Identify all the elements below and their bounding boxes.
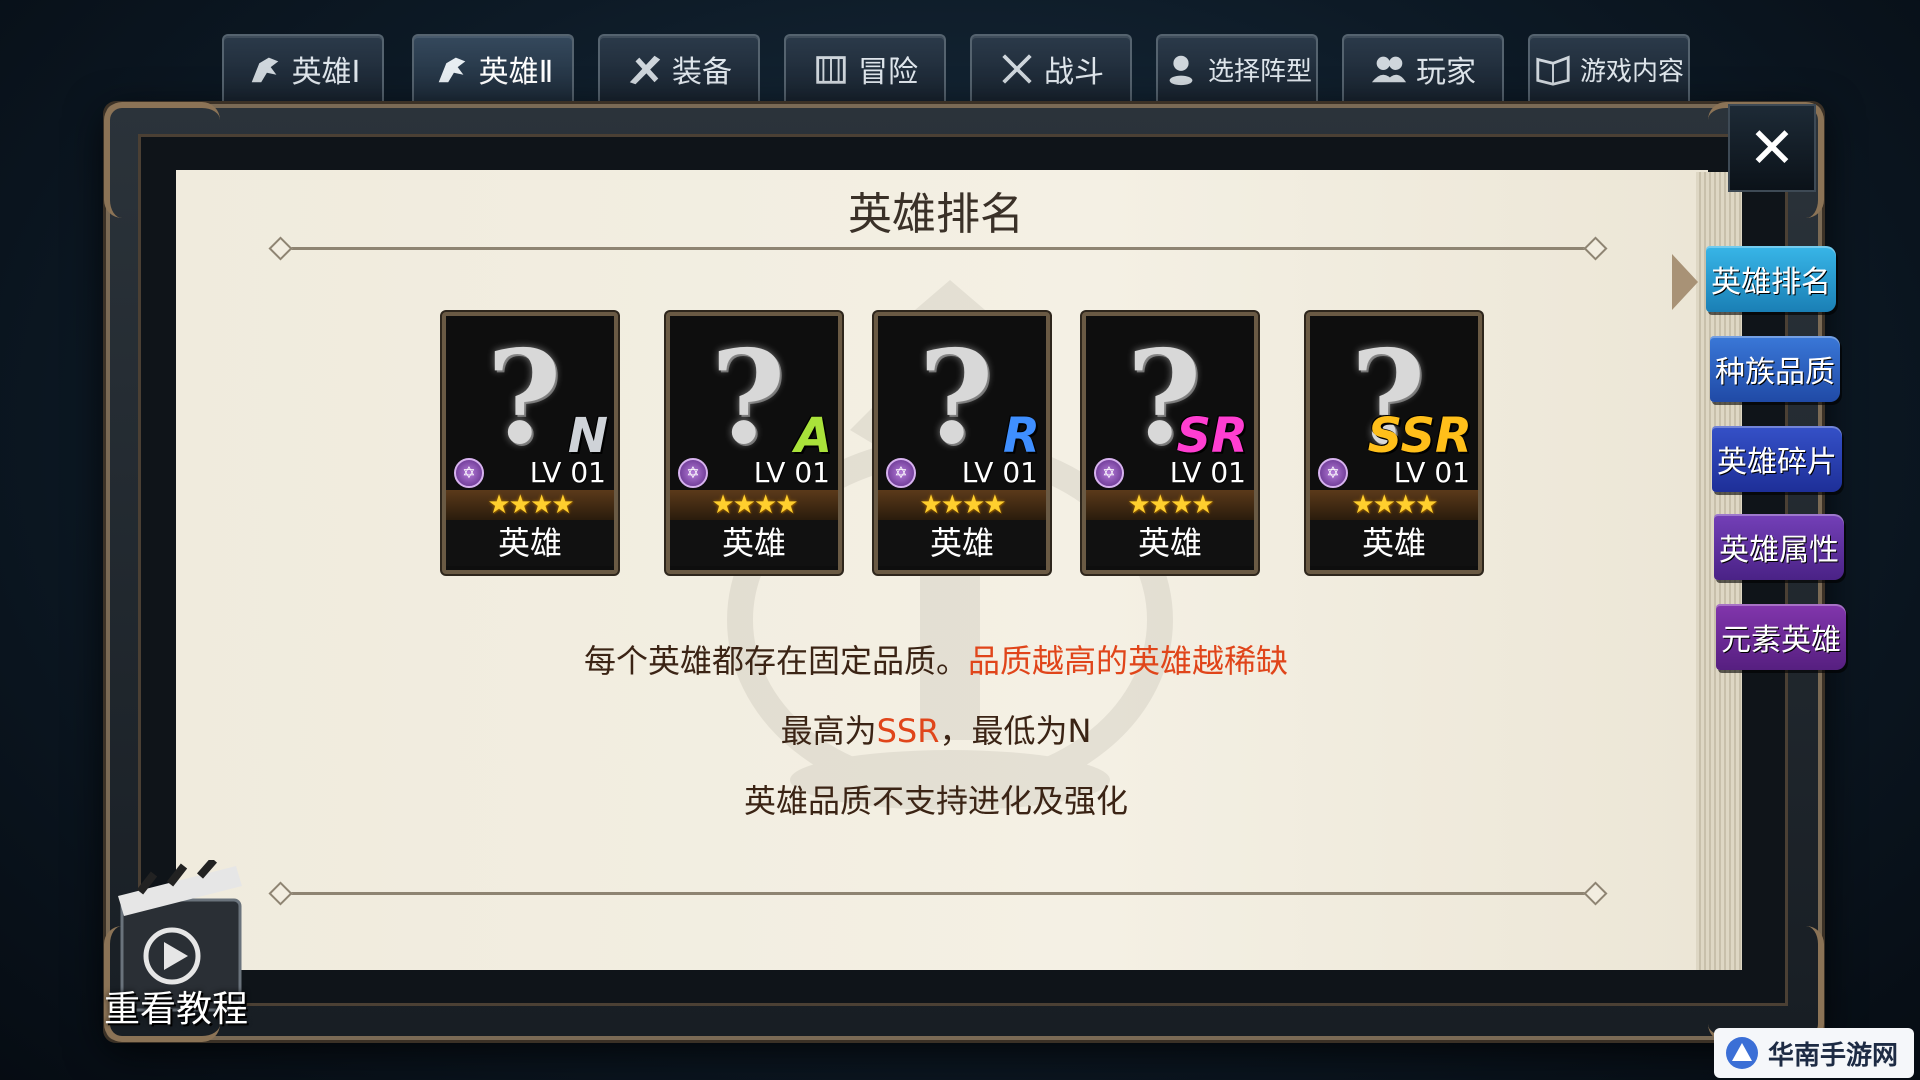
adventure-icon <box>816 56 846 84</box>
tab-label: 玩家 <box>1416 55 1476 90</box>
desc-text: 每个英雄都存在固定品质。 <box>583 642 968 680</box>
tab-label: 游戏内容 <box>1579 56 1684 87</box>
close-icon: ✕ <box>1748 115 1796 181</box>
tab-battle[interactable]: 战斗 <box>970 34 1132 102</box>
logo-text: 华南手游网 <box>1768 1040 1899 1071</box>
tab-label: 装备 <box>672 55 732 90</box>
active-indicator-icon <box>1672 254 1698 310</box>
description-line-1: 每个英雄都存在固定品质。品质越高的英雄越稀缺 <box>176 636 1696 682</box>
hero-icon <box>438 57 465 83</box>
level-label: LV 01 <box>753 456 830 489</box>
level-label: LV 01 <box>961 456 1038 489</box>
hero-name: 英雄 <box>1086 520 1254 566</box>
hero-name: 英雄 <box>446 520 614 566</box>
star-rating: ★★★★ <box>1086 490 1254 520</box>
desc-text: 最高为 <box>780 712 877 750</box>
tab-label: 冒险 <box>858 55 918 90</box>
logo-icon <box>1726 1037 1758 1069</box>
close-button[interactable]: ✕ <box>1728 104 1816 192</box>
page-title: 英雄排名 <box>848 189 1024 240</box>
unknown-hero-icon: ? <box>918 323 994 473</box>
side-tab-label: 英雄属性 <box>1719 533 1839 568</box>
star-rating: ★★★★ <box>878 490 1046 520</box>
star-rating: ★★★★ <box>446 490 614 520</box>
replay-tutorial-label[interactable]: 重看教程 <box>104 980 248 1032</box>
description-line-2: 最高为SSR，最低为N <box>176 706 1696 752</box>
formation-icon <box>1169 55 1193 86</box>
tab-game-content[interactable]: 游戏内容 <box>1528 34 1690 102</box>
side-tab-label: 英雄排名 <box>1711 265 1831 300</box>
side-tab-race-quality[interactable]: 种族品质 <box>1710 336 1840 402</box>
hero-card-n[interactable]: ? N ✡ LV 01 ★★★★ 英雄 <box>442 312 618 574</box>
star-rating: ★★★★ <box>670 490 838 520</box>
element-star-icon: ✡ <box>454 458 484 488</box>
element-star-icon: ✡ <box>678 458 708 488</box>
element-star-icon: ✡ <box>1094 458 1124 488</box>
tab-label: 英雄Ⅱ <box>478 55 554 90</box>
players-icon <box>1371 56 1407 83</box>
desc-text: 英雄品质不支持进化及强化 <box>743 782 1128 820</box>
tab-label: 战斗 <box>1044 55 1104 90</box>
element-star-icon: ✡ <box>886 458 916 488</box>
desc-highlight: 品质越高的英雄越稀缺 <box>968 642 1289 680</box>
side-tab-label: 英雄碎片 <box>1717 445 1837 480</box>
side-tab-label: 种族品质 <box>1715 355 1835 390</box>
unknown-hero-icon: ? <box>486 323 562 473</box>
desc-text: ，最低为N <box>939 712 1092 750</box>
side-tab-element-heroes[interactable]: 元素英雄 <box>1716 604 1846 670</box>
level-label: LV 01 <box>1393 456 1470 489</box>
level-label: LV 01 <box>1169 456 1246 489</box>
unknown-hero-icon: ? <box>710 323 786 473</box>
bottom-divider <box>286 892 1590 895</box>
hero-name: 英雄 <box>670 520 838 566</box>
hero-name: 英雄 <box>1310 520 1478 566</box>
equipment-icon <box>629 55 661 85</box>
side-tab-hero-ranking[interactable]: 英雄排名 <box>1706 246 1836 312</box>
tab-label: 英雄Ⅰ <box>291 55 361 90</box>
hero-card-a[interactable]: ? A ✡ LV 01 ★★★★ 英雄 <box>666 312 842 574</box>
hero-card-sr[interactable]: ? SR ✡ LV 01 ★★★★ 英雄 <box>1082 312 1258 574</box>
top-divider <box>286 247 1590 250</box>
side-tab-label: 元素英雄 <box>1721 623 1841 658</box>
desc-highlight: SSR <box>876 712 940 750</box>
tab-players[interactable]: 玩家 <box>1342 34 1504 102</box>
hero-icon <box>251 57 278 83</box>
hero-card-ssr[interactable]: ? SSR ✡ LV 01 ★★★★ 英雄 <box>1306 312 1482 574</box>
description-line-3: 英雄品质不支持进化及强化 <box>176 776 1696 822</box>
level-label: LV 01 <box>529 456 606 489</box>
hero-name: 英雄 <box>878 520 1046 566</box>
hero-card-r[interactable]: ? R ✡ LV 01 ★★★★ 英雄 <box>874 312 1050 574</box>
tab-label: 选择阵型 <box>1207 56 1312 87</box>
tab-formation[interactable]: 选择阵型 <box>1156 34 1318 102</box>
book-icon <box>1536 55 1570 86</box>
element-star-icon: ✡ <box>1318 458 1348 488</box>
crossed-swords-icon <box>1002 54 1032 84</box>
tab-hero-2[interactable]: 英雄Ⅱ <box>412 34 574 102</box>
side-tab-hero-shards[interactable]: 英雄碎片 <box>1712 426 1842 492</box>
tab-equipment[interactable]: 装备 <box>598 34 760 102</box>
tab-adventure[interactable]: 冒险 <box>784 34 946 102</box>
tab-hero-1[interactable]: 英雄Ⅰ <box>222 34 384 102</box>
side-tab-hero-attributes[interactable]: 英雄属性 <box>1714 514 1844 580</box>
star-rating: ★★★★ <box>1310 490 1478 520</box>
site-logo: 华南手游网 <box>1714 1028 1914 1078</box>
